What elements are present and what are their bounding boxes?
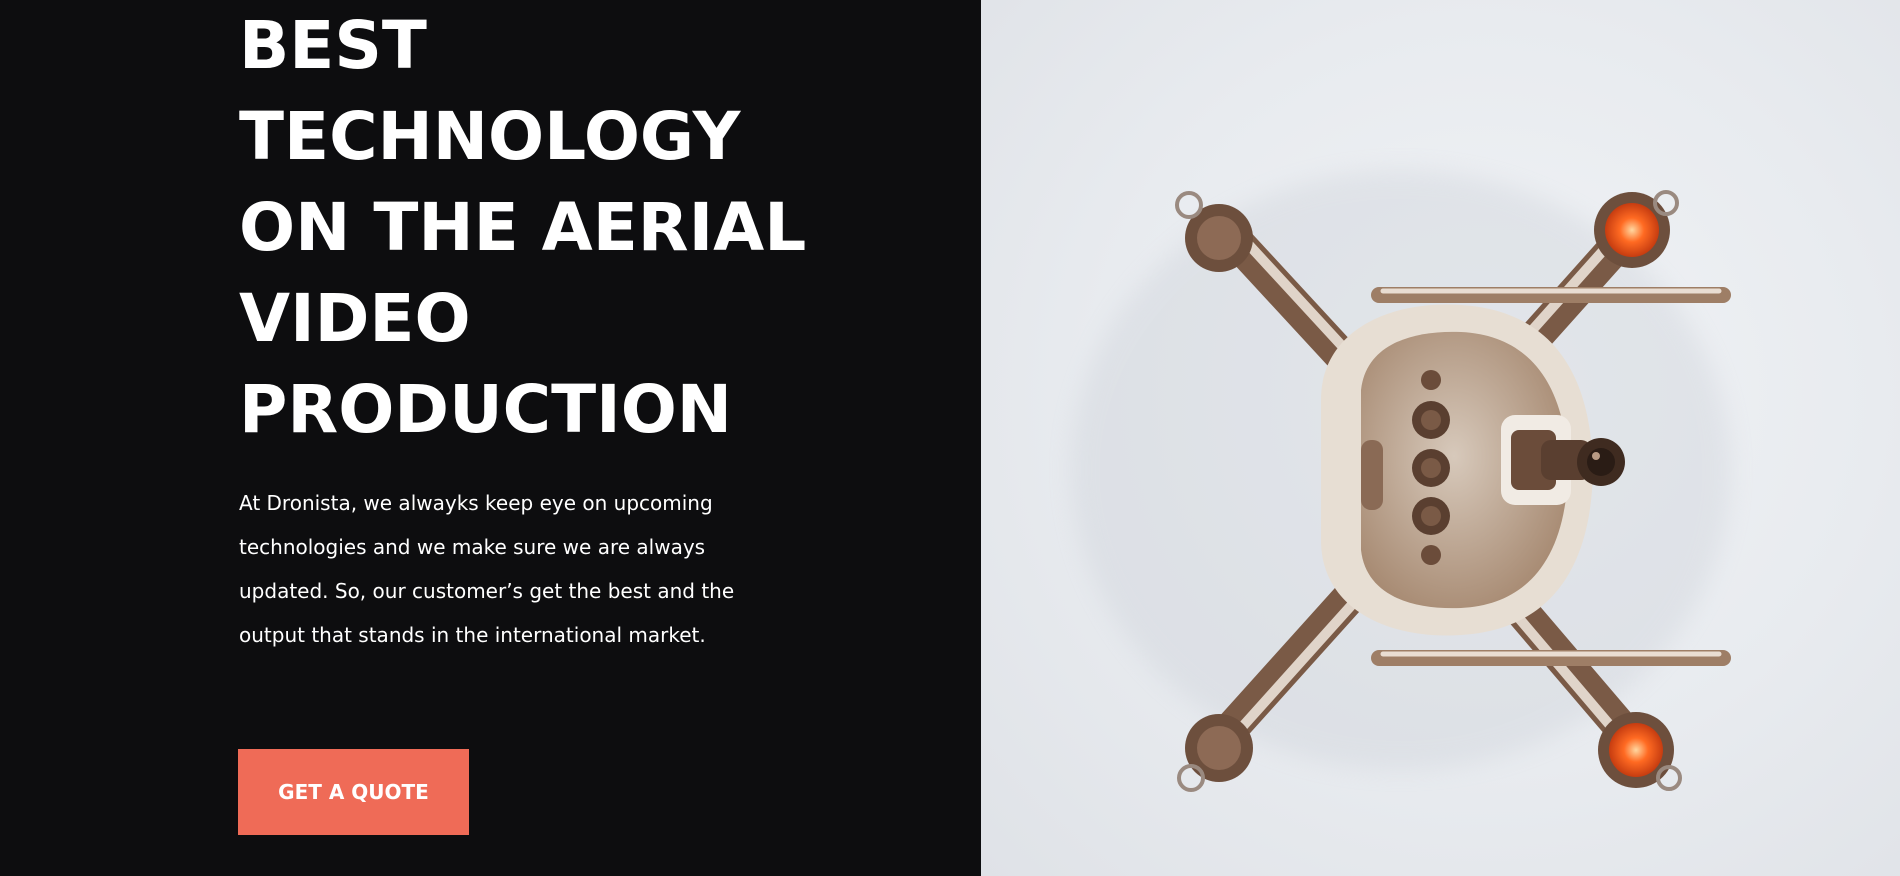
hero-description-line: technologies and we make sure we are alw… bbox=[239, 535, 706, 559]
hero-description-line: output that stands in the international … bbox=[239, 623, 706, 647]
drone-image bbox=[981, 0, 1900, 876]
hero-heading-line: ON THE AERIAL bbox=[239, 189, 807, 266]
get-a-quote-button[interactable]: GET A QUOTE bbox=[238, 749, 469, 835]
hero-description: At Dronista, we alwayks keep eye on upco… bbox=[239, 481, 779, 657]
drone-illustration bbox=[1071, 170, 1731, 792]
hero-description-line: At Dronista, we alwayks keep eye on upco… bbox=[239, 491, 713, 515]
hero-heading-line: VIDEO bbox=[239, 280, 471, 357]
hero-heading-line: TECHNOLOGY bbox=[239, 98, 741, 175]
hero-heading-line: PRODUCTION bbox=[239, 371, 733, 448]
hero-text-panel: BEST TECHNOLOGY ON THE AERIAL VIDEO PROD… bbox=[0, 0, 981, 876]
hero-heading: BEST TECHNOLOGY ON THE AERIAL VIDEO PROD… bbox=[239, 0, 939, 455]
hero-heading-line: BEST bbox=[239, 7, 427, 84]
hero-description-line: updated. So, our customer’s get the best… bbox=[239, 579, 735, 603]
hero-section: BEST TECHNOLOGY ON THE AERIAL VIDEO PROD… bbox=[0, 0, 1900, 876]
